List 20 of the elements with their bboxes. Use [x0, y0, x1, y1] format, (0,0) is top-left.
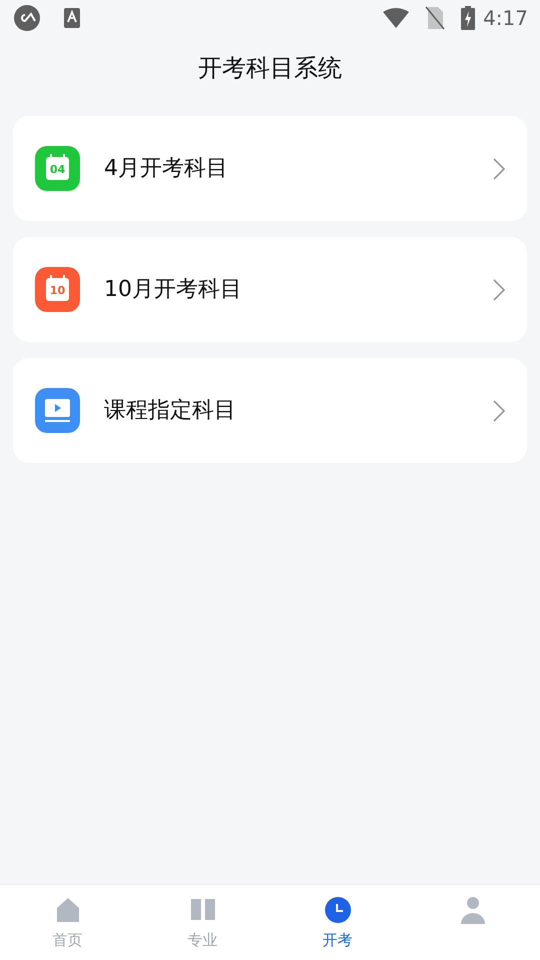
app-logo-icon	[14, 5, 40, 31]
menu-label: 课程指定科目	[104, 397, 236, 425]
font-app-icon	[64, 8, 80, 28]
icon-date-text: 10	[48, 285, 66, 297]
menu-label: 4月开考科目	[104, 155, 228, 183]
battery-charging-icon	[461, 6, 476, 30]
chevron-right-icon	[493, 400, 505, 422]
icon-date-text: 04	[48, 164, 66, 176]
chevron-right-icon	[493, 279, 505, 302]
menu-card[interactable]: 课程指定科目	[13, 358, 527, 463]
menu-label: 10月开考科目	[104, 276, 242, 304]
clock-time: 4:17	[483, 5, 528, 32]
no-sim-icon	[425, 6, 446, 30]
page-title: 开考科目系统	[197, 53, 343, 84]
wifi-icon	[383, 8, 410, 28]
tab-button[interactable]: 开考	[270, 885, 405, 960]
menu-card[interactable]: 10 10月开考科目	[13, 237, 527, 342]
chevron-right-icon	[493, 158, 505, 180]
clock-icon	[322, 895, 352, 925]
menu-card[interactable]: 04 4月开考科目	[13, 116, 527, 221]
